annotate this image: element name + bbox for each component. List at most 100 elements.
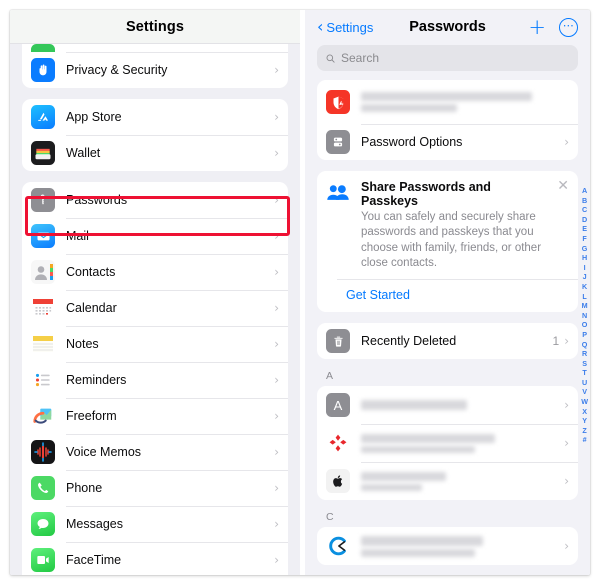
alphabet-index-letter[interactable]: H bbox=[582, 253, 587, 263]
chevron-right-icon: › bbox=[274, 146, 279, 160]
back-to-settings-button[interactable]: ‹ Settings bbox=[317, 19, 373, 35]
alphabet-index-letter[interactable]: X bbox=[582, 407, 587, 417]
recently-deleted-count: 1 bbox=[552, 334, 560, 349]
chevron-right-icon: › bbox=[274, 193, 279, 207]
search-icon bbox=[326, 54, 335, 63]
share-card-footer: Get Started bbox=[317, 279, 578, 312]
alphabet-index-letter[interactable]: Z bbox=[582, 426, 586, 436]
passwords-detail-panel: ‹ Settings Passwords + ⋯ Search Password… bbox=[305, 10, 590, 575]
share-card-text: Share Passwords and Passkeys You can saf… bbox=[361, 180, 569, 271]
alphabet-index-letter[interactable]: T bbox=[582, 368, 586, 378]
sidebar-item-label: Contacts bbox=[66, 265, 116, 279]
alphabet-index-letter[interactable]: Y bbox=[582, 416, 587, 426]
reminders-icon bbox=[31, 368, 55, 392]
alphabet-index-letter[interactable]: U bbox=[582, 378, 587, 388]
search-input[interactable]: Search bbox=[317, 45, 578, 71]
alphabet-index-letter[interactable]: S bbox=[582, 359, 587, 369]
sidebar-item-calendar[interactable]: Calendar › bbox=[22, 290, 288, 326]
alphabet-index-letter[interactable]: C bbox=[582, 205, 587, 215]
alphabet-index-letter[interactable]: F bbox=[582, 234, 586, 244]
voice-memos-icon bbox=[31, 440, 55, 464]
alphabet-index-letter[interactable]: # bbox=[583, 435, 587, 445]
alphabet-index-letter[interactable]: W bbox=[581, 397, 588, 407]
sidebar-item-passwords[interactable]: Passwords › bbox=[22, 182, 288, 218]
sidebar-group-store: App Store › Wallet › bbox=[22, 99, 288, 171]
red-diamond-icon bbox=[326, 431, 350, 455]
sidebar-item-notes[interactable]: Notes › bbox=[22, 326, 288, 362]
notes-icon bbox=[31, 332, 55, 356]
search-placeholder: Search bbox=[341, 51, 380, 65]
app-store-icon bbox=[31, 105, 55, 129]
alphabet-index-scrubber[interactable]: A B C D E F G H I J K L M N O P Q R S T U V W X Y Z # bbox=[581, 186, 588, 445]
sidebar-item-label: Phone bbox=[66, 481, 103, 495]
share-card-title: Share Passwords and Passkeys bbox=[361, 180, 491, 208]
password-row[interactable]: A › bbox=[317, 386, 578, 424]
alphabet-index-letter[interactable]: V bbox=[582, 387, 587, 397]
alphabet-index-letter[interactable]: L bbox=[582, 292, 586, 302]
detail-scroll-area[interactable]: Password Options › Share Passwords and P… bbox=[305, 80, 590, 575]
alphabet-index-letter[interactable]: P bbox=[582, 330, 587, 340]
alphabet-index-letter[interactable]: D bbox=[582, 215, 587, 225]
alphabet-index-letter[interactable]: E bbox=[582, 224, 587, 234]
blue-c-icon bbox=[326, 534, 350, 558]
chevron-right-icon: › bbox=[564, 539, 569, 554]
share-card-description: You can safely and securely share passwo… bbox=[361, 211, 542, 269]
sidebar-item-voice-memos[interactable]: Voice Memos › bbox=[22, 434, 288, 470]
sidebar-item-phone[interactable]: Phone › bbox=[22, 470, 288, 506]
recently-deleted-card: Recently Deleted 1 › bbox=[317, 323, 578, 360]
screenshot-root: Settings Privacy & Security › App Store … bbox=[0, 0, 600, 587]
ipad-settings-window: Settings Privacy & Security › App Store … bbox=[10, 10, 590, 575]
alphabet-index-letter[interactable]: N bbox=[582, 311, 587, 321]
get-started-link[interactable]: Get Started bbox=[346, 288, 410, 302]
sidebar-item-freeform[interactable]: Freeform › bbox=[22, 398, 288, 434]
sidebar-item-messages[interactable]: Messages › bbox=[22, 506, 288, 542]
sidebar-item-facetime[interactable]: FaceTime › bbox=[22, 542, 288, 575]
sidebar-item-mail[interactable]: Mail › bbox=[22, 218, 288, 254]
close-icon[interactable]: ✕ bbox=[557, 179, 569, 193]
alphabet-index-letter[interactable]: A bbox=[582, 186, 587, 196]
sidebar-item-contacts[interactable]: Contacts › bbox=[22, 254, 288, 290]
alphabet-index-letter[interactable]: I bbox=[584, 263, 586, 273]
password-row[interactable]: › bbox=[317, 424, 578, 462]
share-passwords-card: Share Passwords and Passkeys You can saf… bbox=[317, 171, 578, 313]
sidebar-item-label: Calendar bbox=[66, 301, 117, 315]
mail-icon bbox=[31, 224, 55, 248]
more-options-button[interactable]: ⋯ bbox=[559, 17, 578, 37]
alphabet-index-letter[interactable]: K bbox=[582, 282, 587, 292]
security-alert-row[interactable] bbox=[317, 80, 578, 124]
chevron-right-icon: › bbox=[564, 436, 569, 451]
detail-header: ‹ Settings Passwords + ⋯ bbox=[305, 10, 590, 44]
chevron-right-icon: › bbox=[564, 135, 569, 149]
sidebar-item-app-store[interactable]: App Store › bbox=[22, 99, 288, 135]
redacted-entry-text bbox=[361, 394, 564, 416]
chevron-right-icon: › bbox=[564, 334, 569, 349]
recently-deleted-row[interactable]: Recently Deleted 1 › bbox=[317, 323, 578, 359]
alphabet-index-letter[interactable]: B bbox=[582, 196, 587, 206]
calendar-icon bbox=[31, 296, 55, 320]
password-list-section-a: A › › › bbox=[317, 386, 578, 501]
header-actions: + ⋯ bbox=[528, 16, 578, 38]
password-options-row[interactable]: Password Options › bbox=[317, 124, 578, 160]
sidebar-item-label: Wallet bbox=[66, 146, 101, 160]
sidebar-item-wallet[interactable]: Wallet › bbox=[22, 135, 288, 171]
alphabet-index-letter[interactable]: Q bbox=[582, 340, 588, 350]
sidebar-scroll-area[interactable]: Privacy & Security › App Store › Wallet … bbox=[10, 44, 300, 575]
add-password-button[interactable]: + bbox=[528, 16, 546, 38]
alphabet-index-letter[interactable]: O bbox=[582, 320, 588, 330]
sidebar-item-privacy-security[interactable]: Privacy & Security › bbox=[22, 52, 288, 88]
sidebar-item-label: Voice Memos bbox=[66, 445, 142, 459]
chevron-right-icon: › bbox=[274, 110, 279, 124]
chevron-right-icon: › bbox=[274, 445, 279, 459]
sidebar-item-reminders[interactable]: Reminders › bbox=[22, 362, 288, 398]
alphabet-index-letter[interactable]: G bbox=[582, 244, 588, 254]
password-row[interactable]: › bbox=[317, 462, 578, 500]
sidebar-item-label: Privacy & Security bbox=[66, 63, 168, 77]
password-list-section-c: › bbox=[317, 527, 578, 566]
alphabet-index-letter[interactable]: M bbox=[582, 301, 588, 311]
alphabet-index-letter[interactable]: J bbox=[583, 272, 587, 282]
sidebar-item-label: FaceTime bbox=[66, 553, 122, 567]
alphabet-index-letter[interactable]: R bbox=[582, 349, 587, 359]
sidebar-item-partial-above[interactable] bbox=[22, 44, 288, 52]
password-row[interactable]: › bbox=[317, 527, 578, 565]
letter-a-icon: A bbox=[326, 393, 350, 418]
